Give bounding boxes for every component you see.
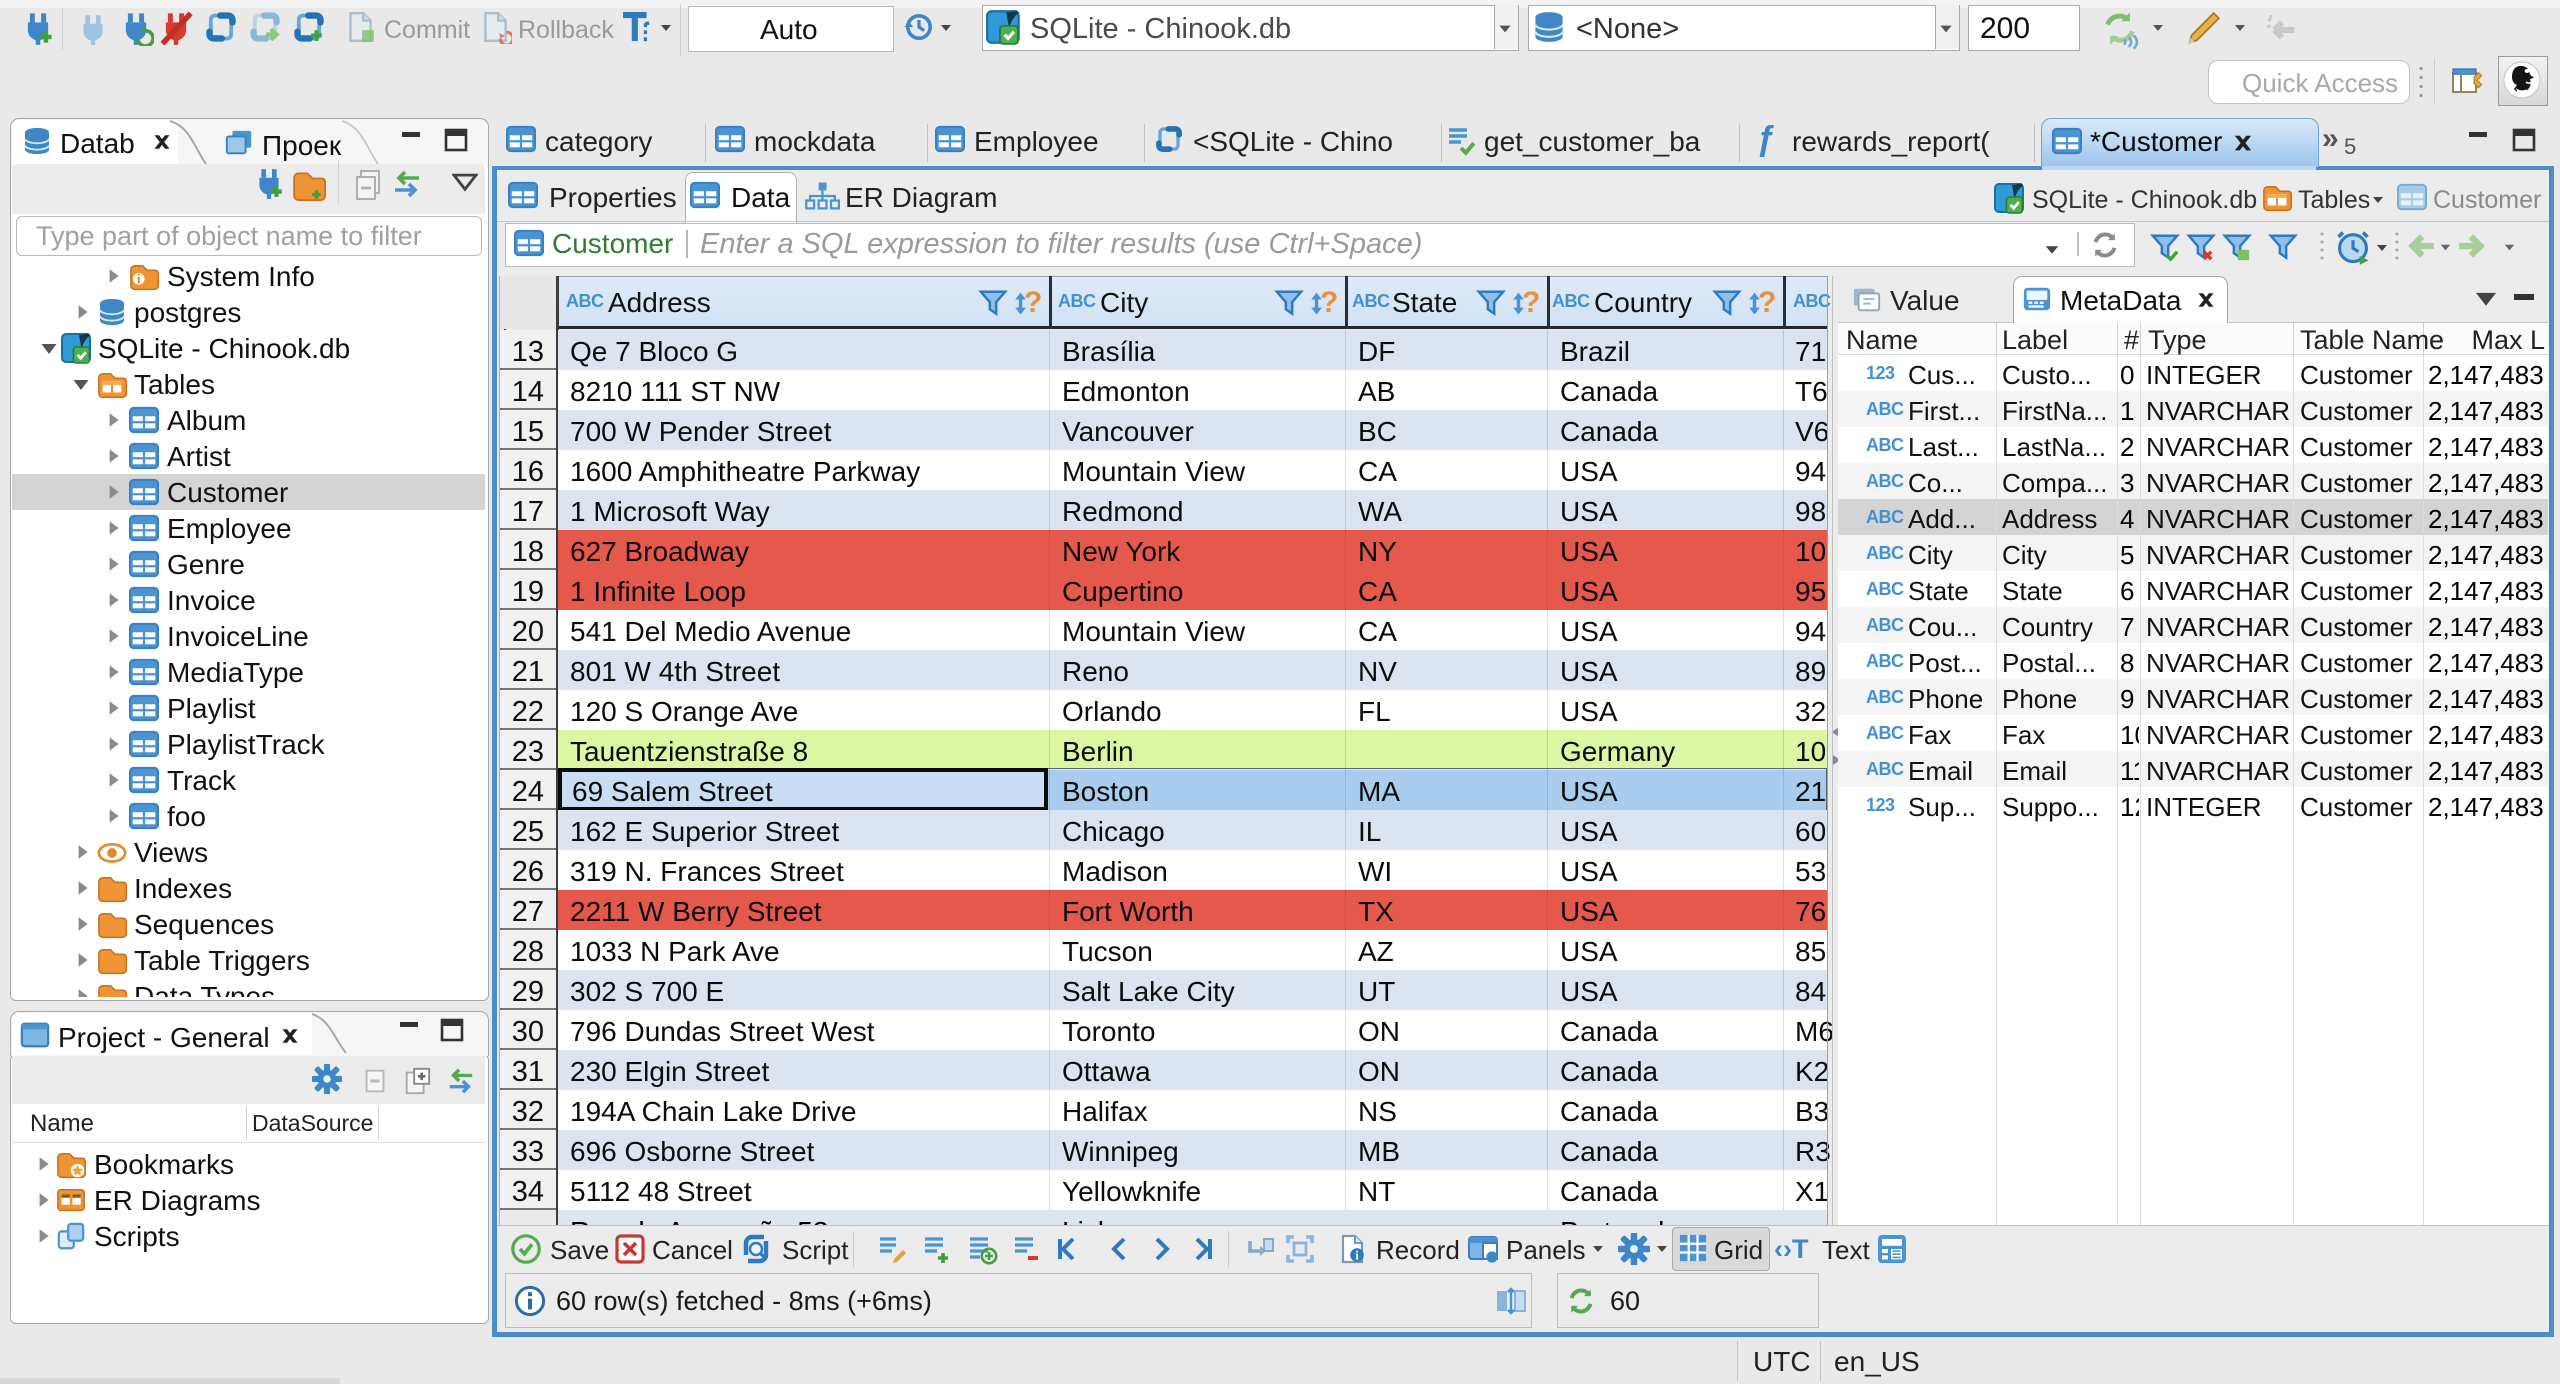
svg-text:i: i [137, 272, 141, 286]
svg-text:i: i [1355, 1248, 1359, 1263]
